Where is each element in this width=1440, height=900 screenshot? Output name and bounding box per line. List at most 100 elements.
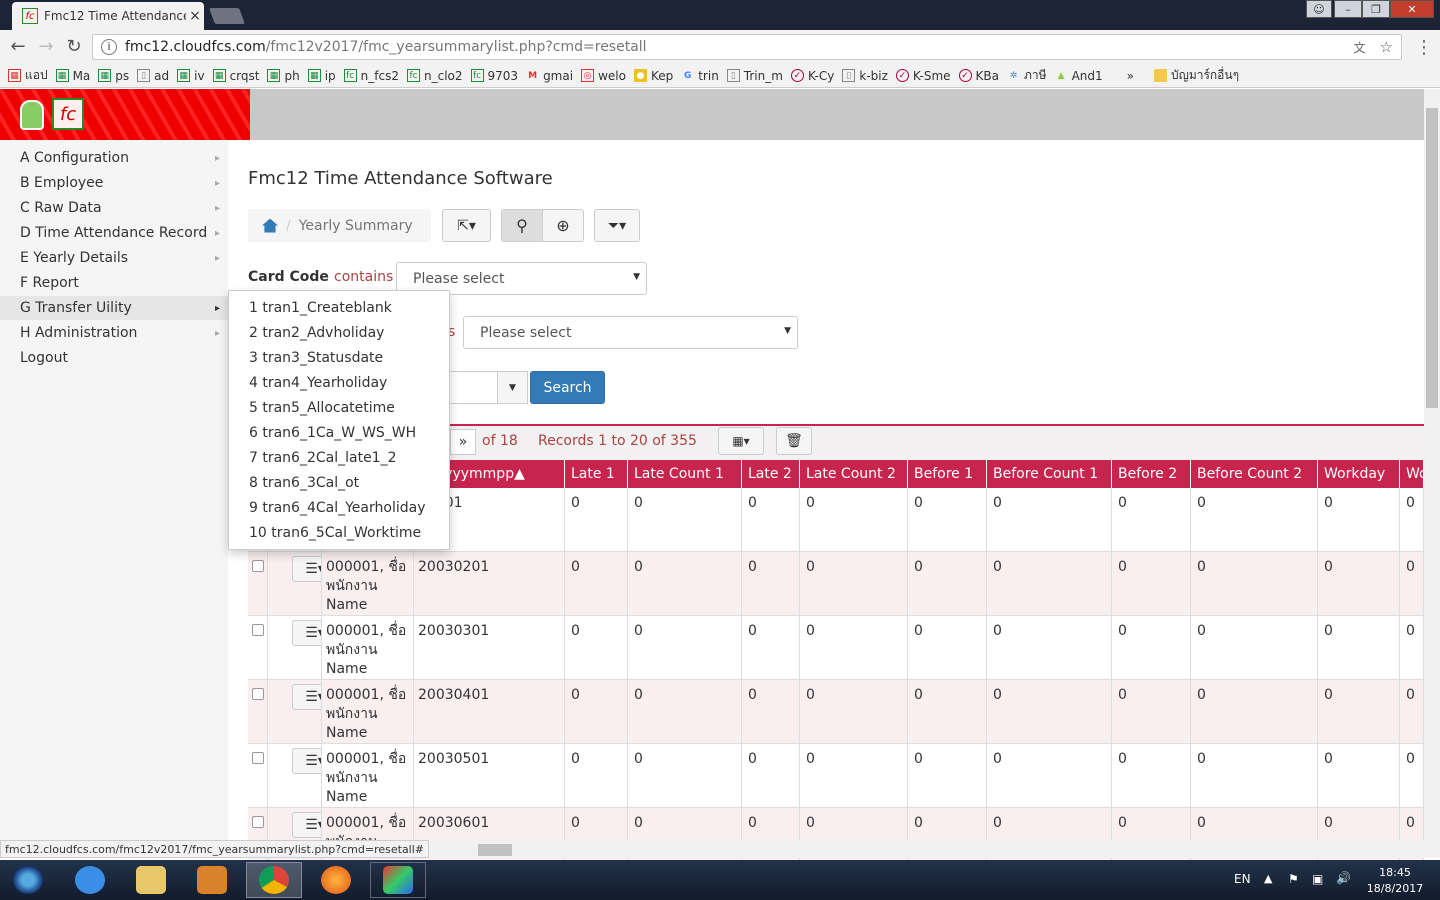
submenu-item[interactable]: 9 tran6_4Cal_Yearholiday	[249, 500, 425, 516]
row-checkbox[interactable]	[252, 752, 264, 764]
row-checkbox[interactable]	[252, 560, 264, 572]
sidebar-item-employee[interactable]: B Employee ▸	[20, 171, 220, 195]
sidebar-item-report[interactable]: F Report	[20, 271, 220, 295]
submenu-item[interactable]: 4 tran4_Yearholiday	[249, 375, 387, 391]
tab-close-icon[interactable]: ×	[186, 8, 204, 24]
other-bookmarks[interactable]: บัญมาร์กอื่นๆ	[1153, 66, 1239, 85]
bookmark[interactable]: ✓ K-Cy	[790, 69, 834, 83]
column-chooser-button[interactable]: ▦▾	[718, 427, 764, 455]
col-before-count2[interactable]: Before Count 2	[1191, 460, 1318, 488]
advanced-search-button[interactable]: ⊕	[542, 209, 584, 242]
sidebar-item-raw-data[interactable]: C Raw Data ▸	[20, 196, 220, 220]
bookmark[interactable]: Gtrin	[681, 69, 719, 83]
user-icon[interactable]: ☺	[1306, 0, 1332, 18]
bookmark[interactable]: Mgmai	[526, 69, 573, 83]
row-actions-button[interactable]: ☰▾	[292, 556, 321, 582]
caret-down-icon[interactable]: ▼	[497, 372, 527, 403]
search-type-select[interactable]: ▼	[448, 371, 528, 404]
bookmark[interactable]: ▯ Trin_m	[726, 69, 783, 83]
browser-tab[interactable]: fc Fmc12 Time Attendance ×	[12, 2, 204, 30]
bookmark[interactable]: ✓ KBa	[958, 69, 999, 83]
bookmark[interactable]: ▯ k-biz	[842, 69, 888, 83]
col-before1[interactable]: Before 1	[908, 460, 987, 488]
bookmark[interactable]: ▦ ip	[307, 69, 336, 83]
bookmark[interactable]: ◎ welo	[581, 69, 626, 83]
bookmark[interactable]: fc n_fcs2	[343, 69, 399, 83]
row-checkbox[interactable]	[252, 688, 264, 700]
sidebar-item-logout[interactable]: Logout	[20, 346, 220, 370]
search-toggle-button[interactable]: ⚲	[501, 209, 543, 242]
tray-expand-icon[interactable]: ▲	[1264, 872, 1272, 885]
bookmark[interactable]: ▦ ps	[98, 69, 129, 83]
search-button[interactable]: Search	[530, 371, 605, 404]
second-filter-select[interactable]: Please select ▼	[463, 316, 798, 349]
taskbar-ie[interactable]	[62, 862, 118, 898]
submenu-item[interactable]: 5 tran5_Allocatetime	[249, 400, 395, 416]
bookmark[interactable]: ✓ K-Sme	[895, 69, 951, 83]
pager-last-button[interactable]: »	[450, 429, 476, 455]
sidebar-item-time-attendance-record[interactable]: D Time Attendance Record ▸	[20, 221, 220, 245]
bookmark[interactable]: fc n_clo2	[407, 69, 463, 83]
bookmark[interactable]: ▦ ph	[267, 69, 300, 83]
taskbar-clock[interactable]: 18:45 18/8/2017	[1360, 865, 1430, 897]
vertical-scroll-thumb[interactable]	[1426, 108, 1438, 408]
taskbar-media[interactable]	[184, 862, 240, 898]
translate-icon[interactable]: 文	[1354, 39, 1366, 56]
row-checkbox[interactable]	[252, 816, 264, 828]
bookmark[interactable]: ▲ And1	[1055, 69, 1103, 83]
bookmark-apps[interactable]: ▦ แอป	[8, 66, 48, 85]
info-icon[interactable]: i	[101, 39, 117, 55]
col-before-count1[interactable]: Before Count 1	[987, 460, 1112, 488]
row-actions-button[interactable]: ☰▾	[292, 620, 321, 646]
sidebar-item-administration[interactable]: H Administration ▸	[20, 321, 220, 345]
taskbar-explorer[interactable]	[123, 862, 179, 898]
horizontal-scroll-thumb[interactable]	[478, 844, 512, 856]
tray-network-icon[interactable]: ▣	[1312, 872, 1323, 886]
tray-volume-icon[interactable]: 🔊	[1336, 871, 1351, 885]
star-icon[interactable]: ☆	[1380, 38, 1393, 56]
row-actions-button[interactable]: ☰▾	[292, 748, 321, 774]
col-late2[interactable]: Late 2	[742, 460, 800, 488]
bookmark[interactable]: ● Kep	[633, 69, 673, 83]
submenu-item[interactable]: 6 tran6_1Ca_W_WS_WH	[249, 425, 416, 441]
taskbar-chrome[interactable]	[246, 862, 302, 898]
submenu-item[interactable]: 3 tran3_Statusdate	[249, 350, 383, 366]
taskbar-firefox[interactable]	[308, 862, 364, 898]
col-late-count2[interactable]: Late Count 2	[800, 460, 908, 488]
bookmark[interactable]: fc 9703	[470, 69, 518, 83]
home-icon[interactable]	[262, 218, 278, 233]
maximize-button[interactable]: ❐	[1362, 0, 1390, 18]
sidebar-item-yearly-details[interactable]: E Yearly Details ▸	[20, 246, 220, 270]
submenu-item[interactable]: 2 tran2_Advholiday	[249, 325, 384, 341]
bookmark[interactable]: ▦ Ma	[55, 69, 90, 83]
bookmark[interactable]: ▦ iv	[177, 69, 205, 83]
delete-button[interactable]: 🗑	[776, 427, 812, 455]
col-late1[interactable]: Late 1	[565, 460, 628, 488]
tray-flag-icon[interactable]: ⚑	[1288, 872, 1299, 886]
submenu-item[interactable]: 8 tran6_3Cal_ot	[249, 475, 359, 491]
minimize-button[interactable]: –	[1334, 0, 1362, 18]
export-button[interactable]: ⇱▾	[442, 209, 491, 242]
chrome-menu-icon[interactable]: ⋮	[1412, 37, 1436, 58]
col-late-count1[interactable]: Late Count 1	[628, 460, 742, 488]
submenu-item[interactable]: 1 tran1_Createblank	[249, 300, 392, 316]
submenu-item[interactable]: 10 tran6_5Cal_Worktime	[249, 525, 421, 541]
sidebar-item-transfer-utility[interactable]: G Transfer Uility ▸	[0, 296, 228, 320]
bookmark[interactable]: ▦ crqst	[212, 69, 259, 83]
col-workday[interactable]: Workday	[1318, 460, 1400, 488]
language-indicator[interactable]: EN	[1234, 872, 1251, 886]
bookmark[interactable]: ▯ ad	[137, 69, 169, 83]
col-wo[interactable]: Wo	[1400, 460, 1424, 488]
forward-arrow-icon[interactable]: →	[34, 36, 58, 57]
reload-icon[interactable]: ↻	[62, 36, 86, 57]
bookmark[interactable]: ✲ ภาษี	[1007, 66, 1047, 85]
bookmarks-overflow[interactable]: »	[1127, 69, 1134, 83]
col-before2[interactable]: Before 2	[1112, 460, 1191, 488]
row-actions-button[interactable]: ☰▾	[292, 812, 321, 838]
close-window-button[interactable]: ✕	[1390, 0, 1434, 18]
row-checkbox[interactable]	[252, 624, 264, 636]
submenu-item[interactable]: 7 tran6_2Cal_late1_2	[249, 450, 397, 466]
row-actions-button[interactable]: ☰▾	[292, 684, 321, 710]
url-bar[interactable]: i fmc12.cloudfcs.com/fmc12v2017/fmc_year…	[92, 34, 1402, 60]
back-arrow-icon[interactable]: ←	[6, 36, 30, 57]
